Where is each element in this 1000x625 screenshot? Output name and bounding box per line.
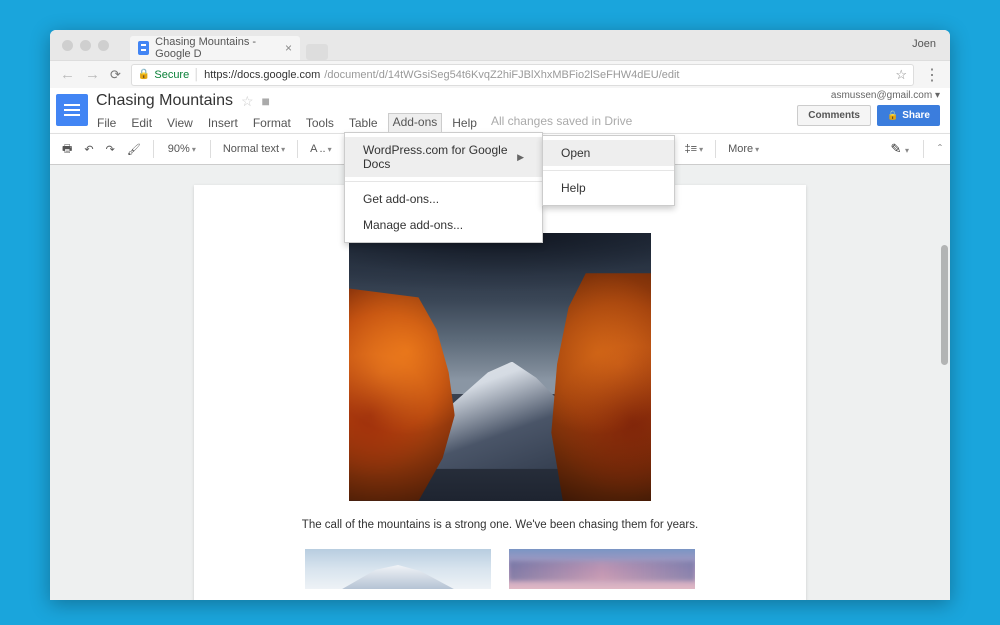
paragraph-style-select[interactable]: Normal text ▾: [219, 140, 289, 158]
url-path: /document/d/14tWGsiSeg54t6KvqZ2hiFJBlXhx…: [324, 69, 679, 81]
docs-logo-icon[interactable]: [56, 94, 88, 126]
document-page[interactable]: The call of the mountains is a strong on…: [194, 185, 806, 600]
docs-app: Chasing Mountains ☆ ■ File Edit View Ins…: [50, 88, 950, 600]
font-select[interactable]: A.. ▾: [306, 140, 336, 158]
back-button[interactable]: ←: [60, 66, 75, 83]
undo-icon[interactable]: ↶: [80, 140, 97, 159]
menu-edit[interactable]: Edit: [130, 114, 153, 132]
hero-image[interactable]: [349, 233, 651, 501]
redo-icon[interactable]: ↷: [102, 140, 119, 159]
menu-help[interactable]: Help: [451, 114, 478, 132]
tab-close-icon[interactable]: ×: [285, 41, 292, 55]
menu-format[interactable]: Format: [252, 114, 292, 132]
tab-title: Chasing Mountains - Google D: [155, 36, 275, 60]
addons-submenu: Open Help: [542, 135, 675, 206]
menu-bar: File Edit View Insert Format Tools Table…: [96, 114, 632, 132]
bookmark-star-icon[interactable]: ☆: [895, 67, 907, 83]
divider: [345, 181, 542, 182]
paint-format-icon[interactable]: 🖌: [123, 140, 145, 159]
browser-chrome: Chasing Mountains - Google D × Joen ← → …: [50, 30, 950, 88]
docs-favicon-icon: [138, 41, 149, 55]
print-icon[interactable]: 🖶: [58, 137, 76, 162]
save-status: All changes saved in Drive: [491, 114, 632, 132]
addon-wordpress[interactable]: WordPress.com for Google Docs ▶: [345, 137, 542, 177]
browser-window: Chasing Mountains - Google D × Joen ← → …: [50, 30, 950, 600]
vertical-scrollbar[interactable]: [941, 245, 948, 365]
tab-strip: Chasing Mountains - Google D ×: [130, 34, 940, 60]
window-controls[interactable]: [62, 40, 109, 51]
submenu-help[interactable]: Help: [543, 175, 674, 201]
star-icon[interactable]: ☆: [241, 93, 254, 110]
more-button[interactable]: More ▾: [724, 140, 763, 158]
menu-table[interactable]: Table: [348, 114, 379, 132]
new-tab-button[interactable]: [306, 44, 328, 60]
menu-tools[interactable]: Tools: [305, 114, 335, 132]
addons-dropdown: WordPress.com for Google Docs ▶ Get add-…: [344, 132, 543, 243]
submenu-open[interactable]: Open: [543, 140, 674, 166]
address-bar[interactable]: 🔒 Secure │ https://docs.google.com/docum…: [131, 64, 914, 86]
folder-icon[interactable]: ■: [262, 93, 270, 109]
caption-text[interactable]: The call of the mountains is a strong on…: [244, 519, 756, 531]
url-host: https://docs.google.com: [204, 69, 320, 81]
zoom-select[interactable]: 90% ▾: [162, 143, 202, 155]
lock-icon: 🔒: [887, 110, 898, 121]
close-window-icon[interactable]: [62, 40, 73, 51]
menu-addons[interactable]: Add-ons: [388, 113, 443, 132]
document-title[interactable]: Chasing Mountains: [96, 92, 233, 110]
lock-icon: 🔒: [138, 69, 150, 80]
address-row: ← → ⟳ 🔒 Secure │ https://docs.google.com…: [50, 60, 950, 88]
editing-mode-icon[interactable]: ✎ ▾: [890, 141, 909, 157]
divider: [543, 170, 674, 171]
reload-button[interactable]: ⟳: [110, 67, 121, 83]
secure-label: Secure: [154, 69, 189, 81]
browser-menu-icon[interactable]: ⋮: [924, 65, 940, 85]
comments-button[interactable]: Comments: [797, 105, 871, 126]
share-button[interactable]: 🔒 Share: [877, 105, 940, 126]
user-email[interactable]: asmussen@gmail.com ▾: [831, 90, 940, 101]
browser-tab[interactable]: Chasing Mountains - Google D ×: [130, 36, 300, 60]
submenu-arrow-icon: ▶: [517, 152, 524, 163]
maximize-window-icon[interactable]: [98, 40, 109, 51]
minimize-window-icon[interactable]: [80, 40, 91, 51]
share-label: Share: [902, 110, 930, 121]
browser-profile[interactable]: Joen: [912, 38, 936, 50]
menu-file[interactable]: File: [96, 114, 117, 132]
line-spacing-icon[interactable]: ‡≡ ▾: [681, 140, 708, 158]
thumbnail-image-2[interactable]: [509, 549, 695, 589]
menu-view[interactable]: View: [166, 114, 194, 132]
menu-insert[interactable]: Insert: [207, 114, 239, 132]
thumbnail-row: [244, 549, 756, 589]
addon-manage[interactable]: Manage add-ons...: [345, 212, 542, 238]
thumbnail-image-1[interactable]: [305, 549, 491, 589]
collapse-toolbar-icon[interactable]: ˆ: [938, 142, 942, 156]
addon-get[interactable]: Get add-ons...: [345, 186, 542, 212]
docs-header: Chasing Mountains ☆ ■ File Edit View Ins…: [50, 88, 950, 133]
forward-button: →: [85, 66, 100, 83]
